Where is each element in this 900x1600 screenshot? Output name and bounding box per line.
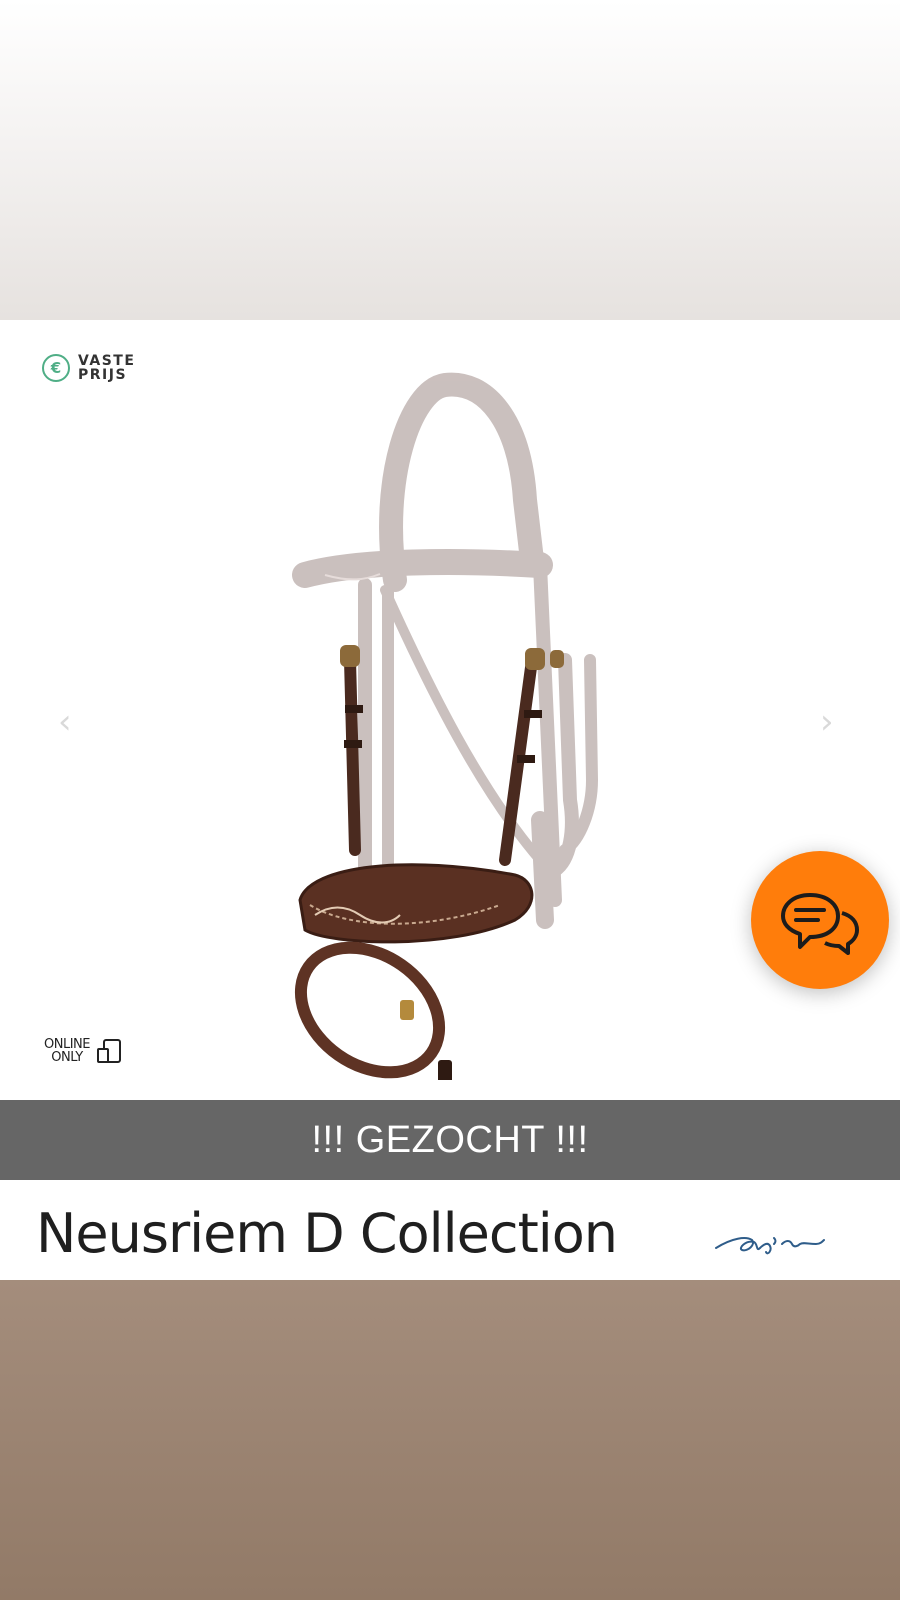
wanted-banner: !!! GEZOCHT !!!	[0, 1100, 900, 1180]
euro-icon: €	[42, 354, 70, 382]
chevron-left-icon[interactable]: ‹	[58, 702, 72, 742]
product-card[interactable]: € VASTE PRIJS ‹ › ONLINE ONLY	[0, 320, 900, 1100]
devices-icon	[96, 1039, 121, 1063]
online-badge-line2: ONLY	[51, 1050, 83, 1065]
chat-button[interactable]	[751, 851, 889, 989]
online-only-badge: ONLINE ONLY	[44, 1038, 124, 1064]
top-background	[0, 0, 900, 320]
bottom-background	[0, 1280, 900, 1600]
product-title: Neusriem D Collection	[36, 1202, 618, 1265]
banner-text: !!! GEZOCHT !!!	[311, 1118, 589, 1161]
signature-logo	[715, 1237, 825, 1255]
bridle-noseband-image	[292, 372, 599, 1080]
chat-bubbles-icon	[781, 893, 859, 955]
fixed-price-badge: € VASTE PRIJS	[42, 354, 135, 382]
price-badge-line2: PRIJS	[78, 367, 128, 383]
product-title-strip: Neusriem D Collection	[0, 1180, 900, 1280]
chevron-right-icon[interactable]: ›	[820, 702, 834, 742]
price-badge-line1: VASTE	[78, 353, 136, 369]
